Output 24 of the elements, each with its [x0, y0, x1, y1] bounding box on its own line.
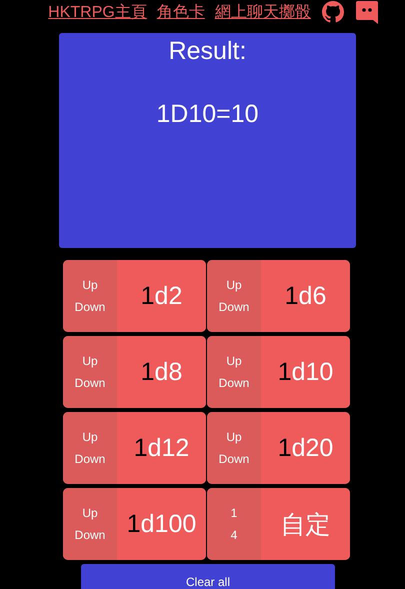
down-button[interactable]: Down [218, 300, 250, 314]
nav-link[interactable]: 角色卡 [156, 2, 205, 22]
github-icon[interactable] [320, 0, 345, 24]
nav-link[interactable]: HKTRPG主頁 [48, 2, 147, 22]
down-button[interactable]: Down [218, 452, 250, 466]
up-button[interactable]: Up [82, 278, 98, 292]
up-button[interactable]: Up [82, 506, 98, 520]
down-button[interactable]: Down [74, 452, 106, 466]
up-button[interactable]: Up [226, 354, 242, 368]
chat-bubble-icon[interactable] [354, 0, 379, 24]
result-title: Result: [168, 36, 246, 66]
clear-all-button[interactable]: Clear all [81, 564, 335, 589]
up-button[interactable]: Up [226, 278, 242, 292]
down-button[interactable]: Down [74, 528, 106, 542]
up-button[interactable]: Up [226, 430, 242, 444]
down-button[interactable]: Down [218, 376, 250, 390]
up-button[interactable]: Up [82, 430, 98, 444]
down-button[interactable]: Down [74, 376, 106, 390]
down-button[interactable]: Down [74, 300, 106, 314]
up-button[interactable]: Up [82, 354, 98, 368]
nav-link[interactable]: 網上聊天擲骰 [214, 2, 311, 22]
up-button[interactable]: 1 [230, 506, 238, 520]
down-button[interactable]: 4 [230, 528, 238, 542]
result-text: 1D10=10 [156, 100, 259, 129]
